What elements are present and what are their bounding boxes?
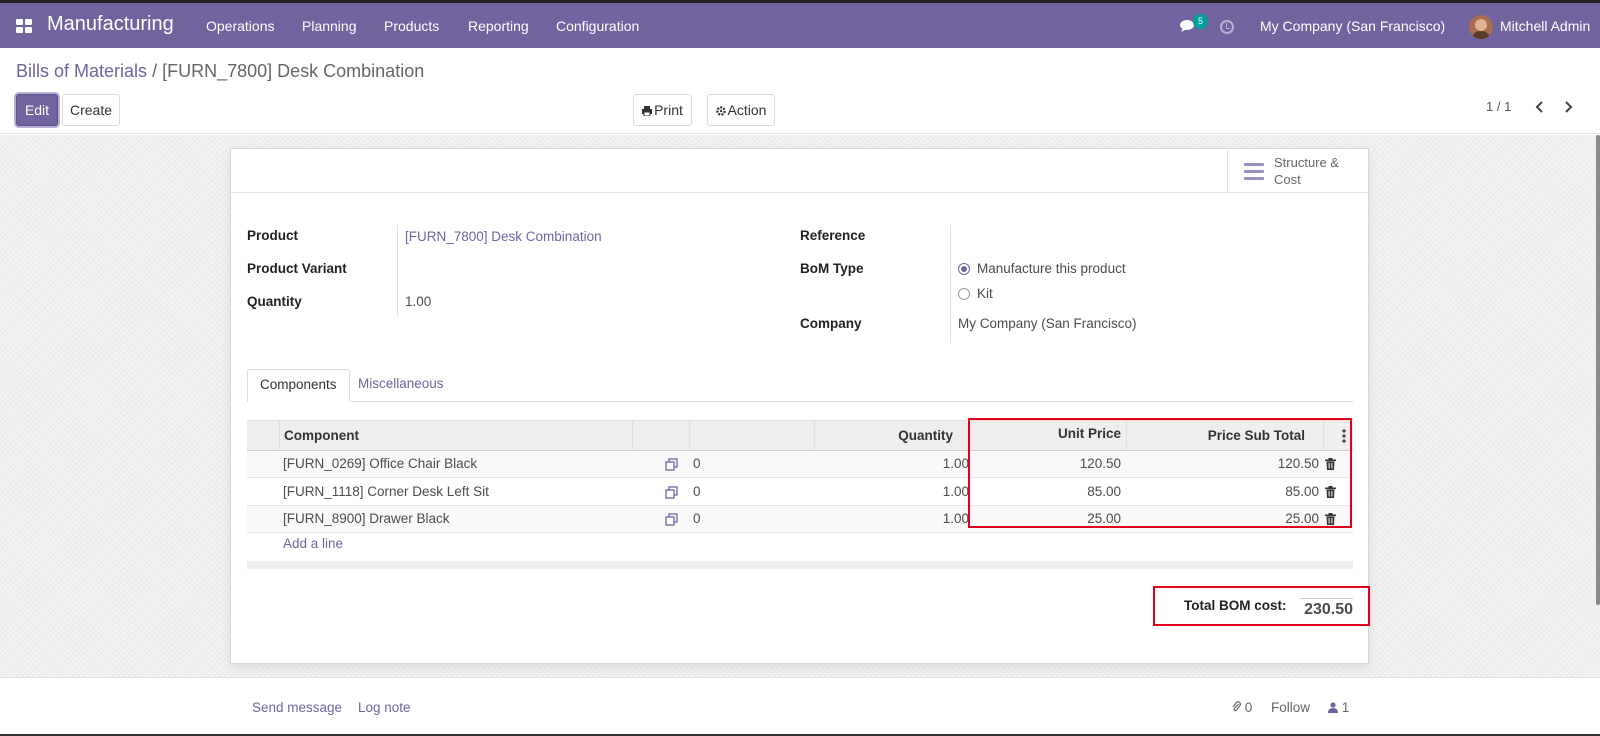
row-qty-available: 0 [693,456,701,471]
tab-components[interactable]: Components [247,369,350,402]
company-switcher[interactable]: My Company (San Francisco) [1260,18,1445,34]
breadcrumb-separator: / [152,61,158,81]
row-component[interactable]: [FURN_1118] Corner Desk Left Sit [283,479,489,506]
menu-configuration[interactable]: Configuration [556,18,639,34]
follow-button[interactable]: Follow [1271,700,1310,715]
row-component[interactable]: [FURN_8900] Drawer Black [283,506,450,533]
radio-manufacture[interactable] [958,263,970,275]
company-label: Company [800,316,862,331]
radio-kit-label[interactable]: Kit [977,286,993,301]
create-button[interactable]: Create [62,94,120,126]
right-group-divider [950,225,951,343]
menu-planning[interactable]: Planning [302,18,357,34]
top-navbar: Manufacturing Operations Planning Produc… [0,0,1600,48]
company-value: My Company (San Francisco) [958,316,1137,331]
print-label: Print [654,102,683,118]
apps-menu-icon[interactable] [16,19,32,33]
chevron-left-icon[interactable] [1533,100,1547,114]
attachments-button[interactable]: 0 [1232,700,1252,715]
chatter: Send message Log note 0 Follow 1 [0,677,1600,736]
row-component[interactable]: [FURN_0269] Office Chair Black [283,451,477,478]
menu-operations[interactable]: Operations [206,18,274,34]
send-message-button[interactable]: Send message [252,700,342,715]
breadcrumb-current: [FURN_7800] Desk Combination [162,61,425,81]
structure-cost-line1: Structure & [1274,155,1340,170]
table-footer [247,561,1353,569]
reference-label: Reference [800,228,866,243]
header-component[interactable]: Component [284,421,359,452]
total-bom-cost-value: 230.50 [1300,598,1353,619]
row-quantity[interactable]: 1.00 [847,506,969,533]
tab-miscellaneous[interactable]: Miscellaneous [346,369,456,402]
left-group-divider [397,225,398,317]
row-quantity[interactable]: 1.00 [847,451,969,478]
row-qty-available: 0 [693,484,701,499]
row-quantity[interactable]: 1.00 [847,479,969,506]
structure-cost-line2: Cost [1274,172,1301,187]
notebook-tabs: Components Miscellaneous [247,369,1353,402]
breadcrumb-parent[interactable]: Bills of Materials [16,61,147,81]
copy-icon[interactable] [665,458,678,471]
product-label: Product [247,228,299,243]
header-quantity[interactable]: Quantity [817,421,953,452]
menu-reporting[interactable]: Reporting [468,18,529,34]
total-bom-cost-label: Total BOM cost: [1184,598,1287,613]
breadcrumb: Bills of Materials / [FURN_7800] Desk Co… [16,61,424,82]
bars-icon [1244,163,1264,180]
vertical-scrollbar[interactable] [1596,135,1600,605]
messages-count-badge: 5 [1193,14,1208,29]
followers-button[interactable]: 1 [1328,700,1349,715]
paperclip-icon [1232,701,1241,712]
user-menu[interactable]: Mitchell Admin [1500,18,1590,34]
followers-count: 1 [1341,700,1350,715]
print-icon [642,106,653,117]
quantity-label: Quantity [247,294,302,309]
copy-icon[interactable] [665,486,678,499]
row-qty-available: 0 [693,511,701,526]
product-link[interactable]: [FURN_7800] Desk Combination [405,229,602,244]
chevron-right-icon[interactable] [1561,100,1575,114]
activity-clock-icon[interactable] [1220,20,1234,34]
edit-button[interactable]: Edit [16,94,58,126]
app-name[interactable]: Manufacturing [47,13,174,36]
bom-type-label: BoM Type [800,261,864,276]
button-box: Structure & Cost [231,149,1368,193]
log-note-button[interactable]: Log note [358,700,411,715]
price-columns-highlight [968,418,1352,528]
copy-icon[interactable] [665,513,678,526]
action-label: Action [727,102,767,118]
action-button[interactable]: Action [707,94,775,126]
user-icon [1328,702,1338,713]
menu-products[interactable]: Products [384,18,439,34]
pager-value[interactable]: 1 / 1 [1486,99,1511,114]
radio-manufacture-label[interactable]: Manufacture this product [977,261,1126,276]
radio-kit[interactable] [958,288,970,300]
attachments-count: 0 [1244,700,1253,715]
user-avatar[interactable] [1469,15,1493,39]
add-line-link[interactable]: Add a line [283,536,343,551]
control-panel: Bills of Materials / [FURN_7800] Desk Co… [0,48,1600,134]
gear-icon [715,106,726,116]
product-variant-label: Product Variant [247,261,347,276]
print-button[interactable]: Print [633,94,692,126]
structure-cost-button[interactable]: Structure & Cost [1227,149,1368,193]
quantity-value: 1.00 [405,294,432,309]
